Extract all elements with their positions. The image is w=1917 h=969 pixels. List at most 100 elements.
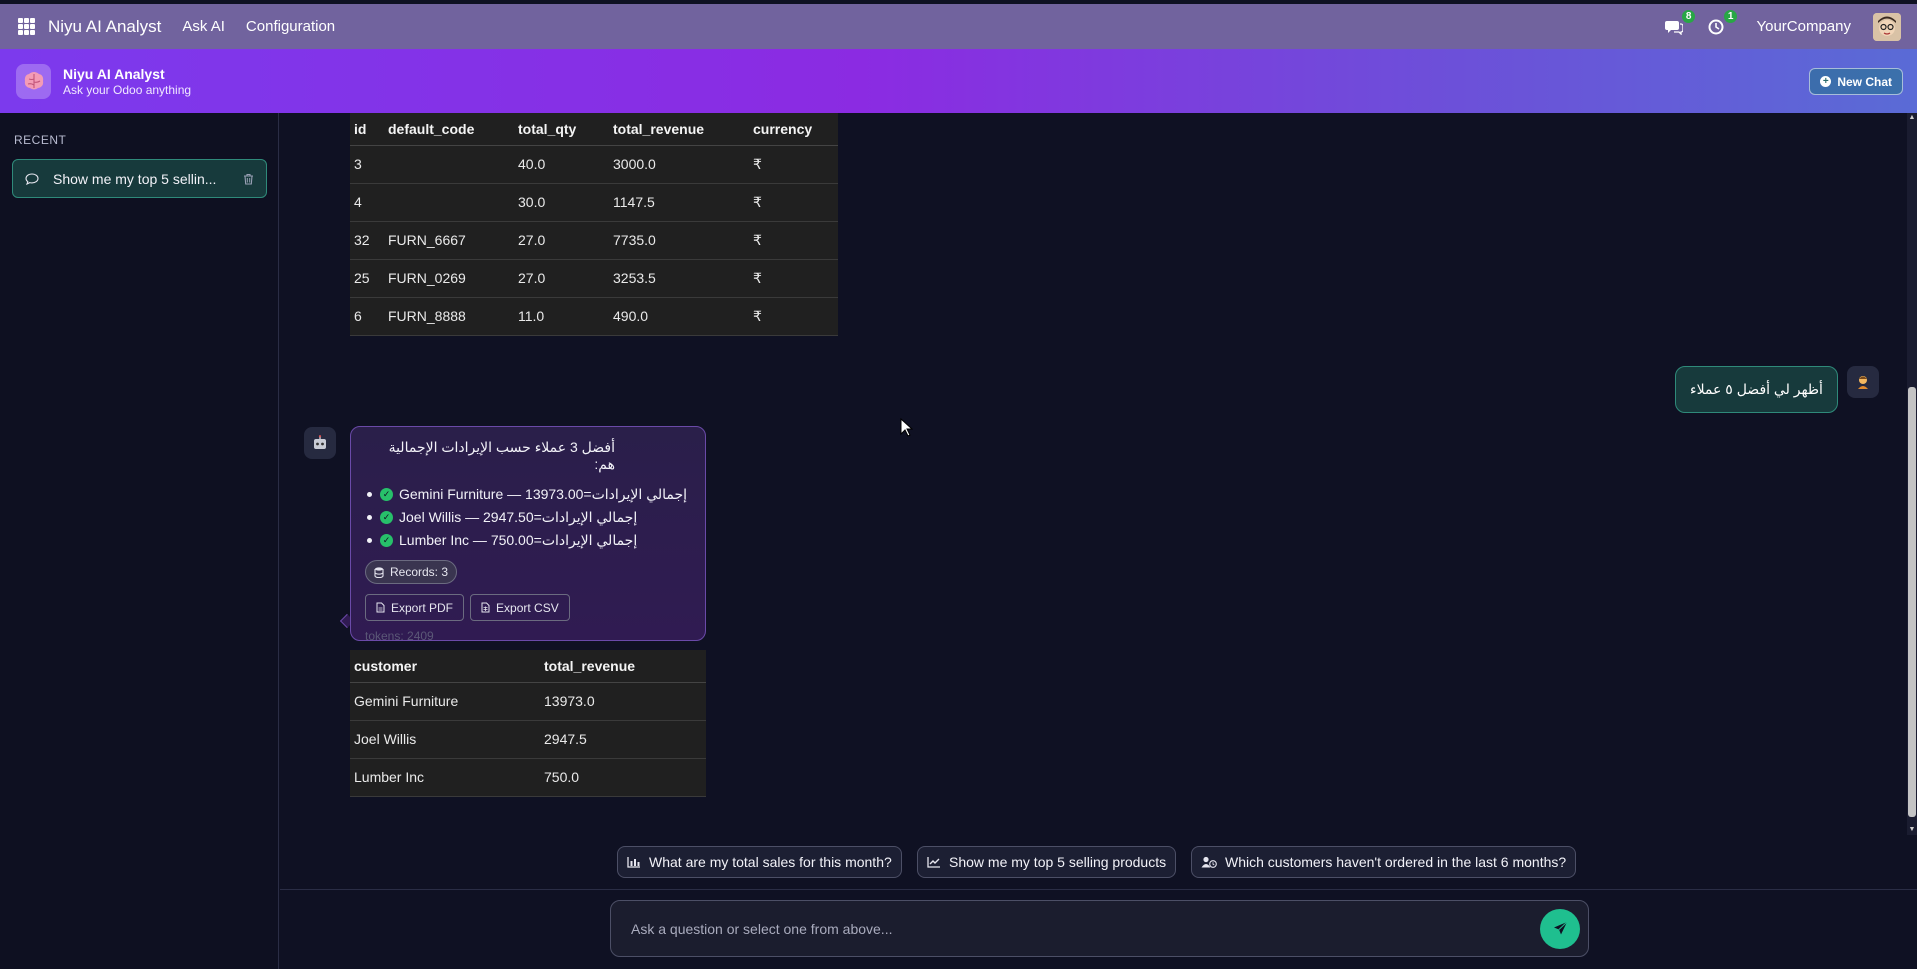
export-csv-label: Export CSV <box>496 600 559 615</box>
user-clock-icon <box>1201 856 1217 868</box>
scrollbar-thumb[interactable] <box>1908 387 1916 817</box>
table-cell: 750.0 <box>540 758 706 797</box>
suggestion-chip[interactable]: Which customers haven't ordered in the l… <box>1191 846 1577 878</box>
table-cell: 4 <box>350 183 384 222</box>
question-input[interactable] <box>631 920 1540 937</box>
list-item: ✓ Gemini Furniture — 13973.00=إجمالي الإ… <box>365 483 691 506</box>
table-cell: 30.0 <box>514 183 609 222</box>
table-cell: 3 <box>350 145 384 184</box>
customers-result-table: customer total_revenue Gemini Furniture … <box>350 650 706 797</box>
header-title: Niyu AI Analyst <box>63 65 165 82</box>
list-item: ✓ Lumber Inc — 750.00=إجمالي الإيرادات <box>365 529 691 552</box>
plus-circle-icon: + <box>1820 76 1832 87</box>
sidebar-chat-label: Show me my top 5 sellin... <box>53 170 217 187</box>
table-header-row: id default_code total_qty total_revenue … <box>350 113 838 146</box>
table-cell: FURN_0269 <box>384 259 514 298</box>
scroll-down-arrow-icon[interactable]: ▼ <box>1907 825 1917 835</box>
table-cell: 2947.5 <box>540 720 706 759</box>
scroll-up-arrow-icon[interactable]: ▲ <box>1907 113 1917 123</box>
table-row: Lumber Inc 750.0 <box>350 758 706 797</box>
table-cell: ₹ <box>749 145 838 184</box>
column-header: id <box>350 113 384 146</box>
recent-section-label: RECENT <box>14 133 67 147</box>
table-cell: Lumber Inc <box>350 758 540 797</box>
table-cell: 3000.0 <box>609 145 749 184</box>
records-count-label: Records: 3 <box>390 565 449 579</box>
new-chat-button[interactable]: + New Chat <box>1809 68 1903 95</box>
bullet-icon <box>367 492 372 497</box>
table-row: 32 FURN_6667 27.0 7735.0 ₹ <box>350 221 838 260</box>
token-count: tokens: 2409 <box>365 629 434 643</box>
chat-icon <box>25 172 39 185</box>
list-item-text: Gemini Furniture — 13973.00=إجمالي الإير… <box>399 486 688 502</box>
menu-configuration[interactable]: Configuration <box>246 18 335 35</box>
table-cell: 6 <box>350 297 384 336</box>
check-circle-icon: ✓ <box>380 488 393 501</box>
paper-plane-icon <box>1553 921 1567 935</box>
check-circle-icon: ✓ <box>380 511 393 524</box>
csv-file-icon <box>481 602 490 613</box>
trash-icon[interactable] <box>243 173 254 185</box>
records-count-badge: Records: 3 <box>365 560 458 584</box>
app-title[interactable]: Niyu AI Analyst <box>48 17 161 37</box>
table-row: Gemini Furniture 13973.0 <box>350 682 706 721</box>
messages-count-badge: 8 <box>1681 9 1696 23</box>
table-cell: ₹ <box>749 183 838 222</box>
column-header: total_qty <box>514 113 609 146</box>
table-row: Joel Willis 2947.5 <box>350 720 706 759</box>
table-cell: 490.0 <box>609 297 749 336</box>
check-circle-icon: ✓ <box>380 534 393 547</box>
composer <box>610 900 1589 957</box>
column-header: total_revenue <box>609 113 749 146</box>
table-cell: 7735.0 <box>609 221 749 260</box>
export-pdf-button[interactable]: Export PDF <box>365 594 465 621</box>
sidebar-chat-item[interactable]: Show me my top 5 sellin... <box>12 159 267 198</box>
table-row: 25 FURN_0269 27.0 3253.5 ₹ <box>350 259 838 298</box>
apps-grid-icon[interactable] <box>18 18 35 35</box>
products-result-table: id default_code total_qty total_revenue … <box>350 113 838 336</box>
table-cell: 27.0 <box>514 221 609 260</box>
user-face-icon <box>1873 12 1901 41</box>
assistant-header: Niyu AI Analyst Ask your Odoo anything +… <box>0 49 1917 113</box>
customer-list: ✓ Gemini Furniture — 13973.00=إجمالي الإ… <box>365 483 691 552</box>
clock-icon <box>1708 19 1724 34</box>
table-cell: FURN_6667 <box>384 221 514 260</box>
company-switcher[interactable]: YourCompany <box>1756 18 1851 35</box>
messages-button[interactable]: 8 <box>1664 9 1696 37</box>
table-row: 3 40.0 3000.0 ₹ <box>350 145 838 184</box>
pdf-file-icon <box>376 602 385 613</box>
user-avatar[interactable] <box>1873 12 1901 41</box>
menu-ask-ai[interactable]: Ask AI <box>182 18 225 35</box>
mouse-cursor-icon <box>900 418 913 437</box>
chat-area[interactable]: id default_code total_qty total_revenue … <box>280 113 1917 969</box>
suggestion-label: What are my total sales for this month? <box>649 854 892 870</box>
user-person-icon <box>1847 366 1879 398</box>
line-chart-icon <box>927 857 940 868</box>
table-row: 6 FURN_8888 11.0 490.0 ₹ <box>350 297 838 336</box>
table-cell: 25 <box>350 259 384 298</box>
export-csv-button[interactable]: Export CSV <box>470 594 570 621</box>
top-navbar: Niyu AI Analyst Ask AI Configuration 8 1… <box>0 4 1917 49</box>
suggestion-chip[interactable]: Show me my top 5 selling products <box>917 846 1177 878</box>
table-cell <box>384 183 514 222</box>
export-pdf-label: Export PDF <box>391 600 454 615</box>
table-cell: Gemini Furniture <box>350 682 540 721</box>
table-cell: FURN_8888 <box>384 297 514 336</box>
activity-button[interactable]: 1 <box>1706 9 1738 37</box>
assistant-intro-text: أفضل 3 عملاء حسب الإيرادات الإجمالية هم: <box>388 439 615 472</box>
send-button[interactable] <box>1540 908 1580 949</box>
suggestion-chip[interactable]: What are my total sales for this month? <box>617 846 902 878</box>
suggestion-label: Which customers haven't ordered in the l… <box>1225 854 1567 870</box>
table-cell: ₹ <box>749 259 838 298</box>
column-header: total_revenue <box>540 650 706 683</box>
database-icon <box>374 566 384 578</box>
table-cell: 3253.5 <box>609 259 749 298</box>
column-header: currency <box>749 113 838 146</box>
bullet-icon <box>367 515 372 520</box>
table-cell: 13973.0 <box>540 682 706 721</box>
suggestion-label: Show me my top 5 selling products <box>949 854 1167 870</box>
bar-chart-icon <box>627 857 640 868</box>
table-cell: 40.0 <box>514 145 609 184</box>
chat-bubbles-icon <box>1665 20 1684 35</box>
column-header: customer <box>350 650 540 683</box>
